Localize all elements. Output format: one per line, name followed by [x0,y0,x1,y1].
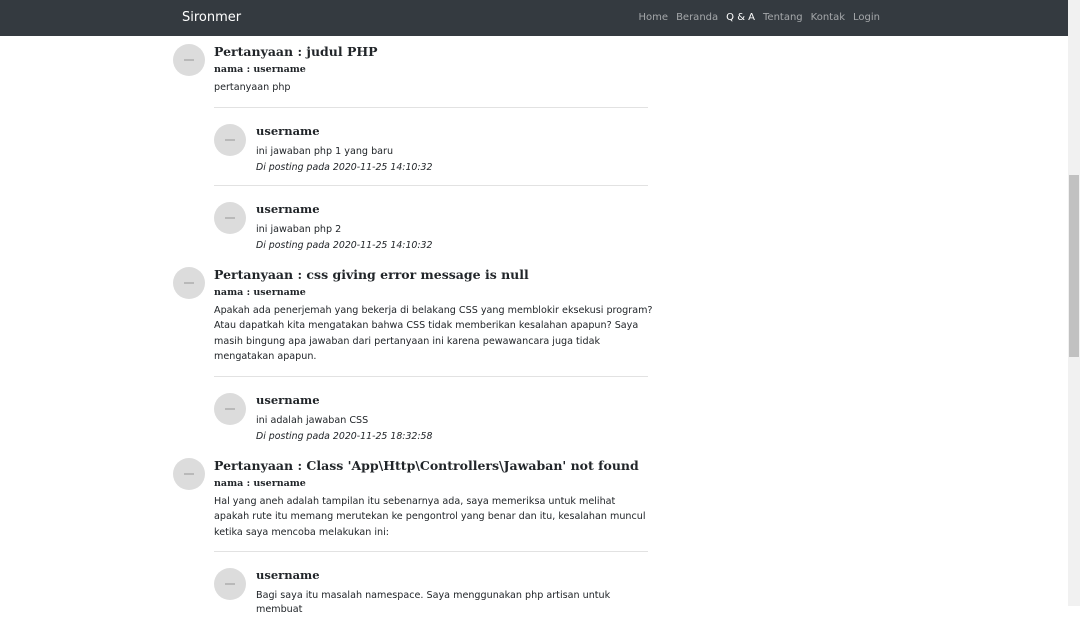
question-body: Hal yang aneh adalah tampilan itu sebena… [214,494,653,541]
answer-date: Di posting pada 2020-11-25 14:10:32 [256,239,653,253]
avatar-placeholder-icon [184,473,194,475]
question-item: Pertanyaan : css giving error message is… [173,259,653,450]
answer-item: username ini jawaban php 2 Di posting pa… [214,186,653,259]
avatar [214,202,246,234]
avatar [173,267,205,299]
question-author: nama : username [214,63,653,76]
question-title: Pertanyaan : judul PHP [214,36,653,60]
nav-kontak[interactable]: Kontak [811,12,845,23]
answer-body: ini jawaban php 1 yang baru [256,145,653,159]
answer-item: username Bagi saya itu masalah namespace… [214,552,653,623]
answer-item: username ini jawaban php 1 yang baru Di … [214,108,653,181]
avatar-placeholder-icon [225,139,235,141]
answer-body: ini adalah jawaban CSS [256,414,653,428]
question-item: Pertanyaan : Class 'App\Http\Controllers… [173,450,653,623]
nav-qa[interactable]: Q & A [726,12,755,23]
avatar-placeholder-icon [225,408,235,410]
answer-date: Di posting pada 2020-11-25 14:10:32 [256,161,653,175]
nav-home[interactable]: Home [639,12,669,23]
avatar-placeholder-icon [184,282,194,284]
question-body: Apakah ada penerjemah yang bekerja di be… [214,303,653,365]
answer-body: ini jawaban php 2 [256,223,653,237]
answer-username: username [256,202,653,216]
avatar [173,458,205,490]
nav-menu: Home Beranda Q & A Tentang Kontak Login [639,12,880,23]
nav-login[interactable]: Login [853,12,880,23]
top-navbar: Sironmer Home Beranda Q & A Tentang Kont… [0,0,1068,36]
answer-username: username [256,124,653,138]
avatar-placeholder-icon [184,59,194,61]
answer-item: username ini adalah jawaban CSS Di posti… [214,377,653,450]
question-body: pertanyaan php [214,80,653,96]
answer-date: Di posting pada 2020-11-25 18:32:58 [256,430,653,444]
scrollbar-thumb[interactable] [1069,175,1079,357]
avatar-placeholder-icon [225,217,235,219]
avatar [214,124,246,156]
nav-beranda[interactable]: Beranda [676,12,718,23]
question-item: Pertanyaan : judul PHP nama : username p… [173,36,653,259]
answer-body: Bagi saya itu masalah namespace. Saya me… [256,589,653,617]
question-title: Pertanyaan : css giving error message is… [214,259,653,283]
avatar [214,393,246,425]
avatar [173,44,205,76]
question-author: nama : username [214,477,653,490]
avatar [214,568,246,600]
question-title: Pertanyaan : Class 'App\Http\Controllers… [214,450,653,474]
avatar-placeholder-icon [225,583,235,585]
answer-username: username [256,393,653,407]
qa-list: Pertanyaan : judul PHP nama : username p… [173,36,653,623]
page-scrollbar[interactable] [1068,0,1080,606]
question-author: nama : username [214,286,653,299]
brand-logo[interactable]: Sironmer [182,10,241,25]
answer-username: username [256,568,653,582]
nav-tentang[interactable]: Tentang [763,12,803,23]
